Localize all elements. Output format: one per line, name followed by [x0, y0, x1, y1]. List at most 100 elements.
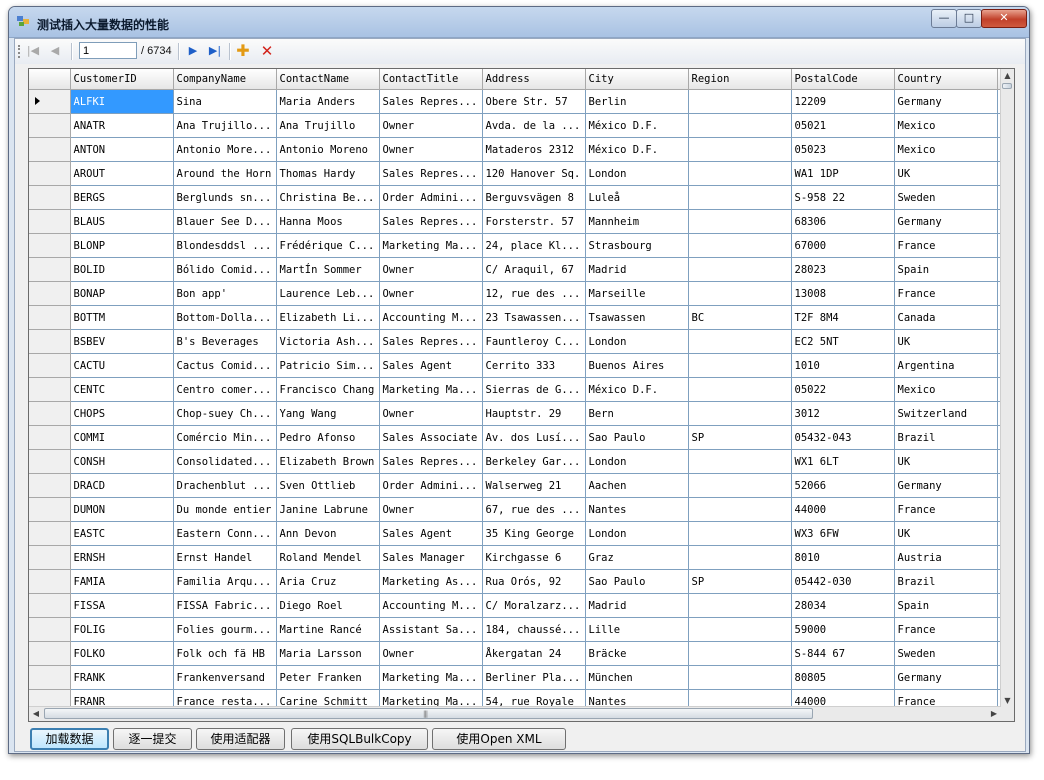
table-cell[interactable]: DRACD — [70, 473, 174, 498]
table-cell[interactable]: Brazil — [894, 425, 998, 450]
table-cell[interactable]: Sales Repres... — [379, 329, 483, 354]
table-cell[interactable]: Order Admini... — [379, 473, 483, 498]
table-cell[interactable]: Folk och fä HB — [173, 641, 277, 666]
table-cell[interactable]: Sao Paulo — [585, 425, 689, 450]
table-cell[interactable]: México D.F. — [585, 377, 689, 402]
column-header[interactable]: Region — [688, 69, 792, 90]
table-cell[interactable]: Roland Mendel — [276, 545, 380, 570]
table-cell[interactable]: AROUT — [70, 161, 174, 186]
close-button[interactable]: ✕ — [981, 9, 1027, 28]
table-cell[interactable]: BLONP — [70, 233, 174, 258]
table-cell[interactable]: 80805 — [791, 665, 895, 690]
table-row[interactable]: CHOPS Chop-suey Ch... Yang Wang Owner Haupts… — [29, 401, 1003, 426]
table-cell[interactable]: Sales Manager — [379, 545, 483, 570]
table-cell[interactable]: Madrid — [585, 257, 689, 282]
data-grid-view[interactable]: CustomerID CompanyName ContactName ContactT… — [28, 68, 1015, 722]
table-cell[interactable]: Maria Anders — [276, 89, 380, 114]
table-row[interactable]: FOLKO Folk och fä HB Maria Larsson Owner Åke… — [29, 641, 1003, 666]
table-cell[interactable]: 05023 — [791, 137, 895, 162]
table-row[interactable]: ALFKI Sina Maria Anders Sales Repres... Ober… — [29, 89, 1003, 114]
table-cell[interactable]: Fauntleroy C... — [482, 329, 586, 354]
scroll-left-icon[interactable]: ◀ — [29, 707, 43, 721]
table-cell[interactable] — [688, 137, 792, 162]
table-cell[interactable]: Rua Orós, 92 — [482, 569, 586, 594]
use-adapter-button[interactable]: 使用适配器 — [196, 728, 285, 750]
table-cell[interactable]: Owner — [379, 137, 483, 162]
row-header[interactable] — [29, 257, 71, 282]
row-header[interactable] — [29, 185, 71, 210]
toolbar-grip[interactable] — [18, 45, 22, 58]
table-cell[interactable]: S-844 67 — [791, 641, 895, 666]
table-cell[interactable]: Christina Be... — [276, 185, 380, 210]
table-cell[interactable]: 13008 — [791, 281, 895, 306]
move-last-icon[interactable]: ▶| — [206, 42, 224, 60]
table-row[interactable]: FOLIG Folies gourm... Martine Rancé Assista… — [29, 617, 1003, 642]
table-cell[interactable]: Mexico — [894, 113, 998, 138]
table-cell[interactable]: Ana Trujillo... — [173, 113, 277, 138]
table-cell[interactable]: Owner — [379, 497, 483, 522]
title-bar[interactable]: 测试插入大量数据的性能 — □ ✕ — [9, 7, 1029, 38]
table-row[interactable]: BLONP Blondesddsl ... Frédérique C... Marke… — [29, 233, 1003, 258]
vertical-scroll-thumb[interactable] — [1002, 83, 1012, 89]
table-cell[interactable] — [688, 473, 792, 498]
table-cell[interactable]: London — [585, 161, 689, 186]
row-header[interactable] — [29, 473, 71, 498]
table-row[interactable]: BLAUS Blauer See D... Hanna Moos Sales Repr… — [29, 209, 1003, 234]
table-cell[interactable]: BC — [688, 305, 792, 330]
column-header[interactable]: CompanyName — [173, 69, 277, 90]
row-header[interactable] — [29, 113, 71, 138]
table-row[interactable]: CENTC Centro comer... Francisco Chang Marke… — [29, 377, 1003, 402]
table-cell[interactable]: 12, rue des ... — [482, 281, 586, 306]
table-cell[interactable]: 05021 — [791, 113, 895, 138]
table-cell[interactable]: Aria Cruz — [276, 569, 380, 594]
table-cell[interactable]: Tsawassen — [585, 305, 689, 330]
table-cell[interactable]: Pedro Afonso — [276, 425, 380, 450]
table-cell[interactable]: Chop-suey Ch... — [173, 401, 277, 426]
row-header[interactable] — [29, 521, 71, 546]
table-cell[interactable]: Sales Repres... — [379, 89, 483, 114]
table-cell[interactable]: Lille — [585, 617, 689, 642]
table-cell[interactable]: BOLID — [70, 257, 174, 282]
table-cell[interactable] — [688, 233, 792, 258]
table-cell[interactable]: London — [585, 449, 689, 474]
minimize-button[interactable]: — — [931, 9, 957, 28]
table-cell[interactable]: Centro comer... — [173, 377, 277, 402]
table-cell[interactable]: Ana Trujillo — [276, 113, 380, 138]
table-cell[interactable]: DUMON — [70, 497, 174, 522]
table-cell[interactable]: UK — [894, 329, 998, 354]
table-cell[interactable]: FOLKO — [70, 641, 174, 666]
table-cell[interactable]: Frédérique C... — [276, 233, 380, 258]
table-cell[interactable]: Du monde entier — [173, 497, 277, 522]
table-cell[interactable]: Sales Agent — [379, 353, 483, 378]
table-cell[interactable]: 05022 — [791, 377, 895, 402]
row-header[interactable] — [29, 497, 71, 522]
table-cell[interactable]: Graz — [585, 545, 689, 570]
table-cell[interactable]: Hauptstr. 29 — [482, 401, 586, 426]
table-cell[interactable]: Accounting M... — [379, 593, 483, 618]
table-cell[interactable]: Marketing Ma... — [379, 233, 483, 258]
table-cell[interactable]: CHOPS — [70, 401, 174, 426]
table-row[interactable]: CACTU Cactus Comid... Patricio Sim... Sales… — [29, 353, 1003, 378]
table-cell[interactable]: Folies gourm... — [173, 617, 277, 642]
table-cell[interactable] — [688, 449, 792, 474]
table-cell[interactable]: Madrid — [585, 593, 689, 618]
table-row[interactable]: DUMON Du monde entier Janine Labrune Owner 6… — [29, 497, 1003, 522]
table-cell[interactable]: 120 Hanover Sq. — [482, 161, 586, 186]
table-row[interactable]: BSBEV B's Beverages Victoria Ash... Sales R… — [29, 329, 1003, 354]
submit-one-by-one-button[interactable]: 逐一提交 — [113, 728, 192, 750]
table-cell[interactable]: Diego Roel — [276, 593, 380, 618]
table-cell[interactable] — [688, 161, 792, 186]
table-cell[interactable]: Comércio Min... — [173, 425, 277, 450]
table-row[interactable]: FRANK Frankenversand Peter Franken Marketin… — [29, 665, 1003, 690]
use-openxml-button[interactable]: 使用Open XML — [432, 728, 566, 750]
row-header[interactable] — [29, 401, 71, 426]
table-cell[interactable]: Antonio More... — [173, 137, 277, 162]
table-cell[interactable]: Marketing Ma... — [379, 665, 483, 690]
table-cell[interactable]: Maria Larsson — [276, 641, 380, 666]
table-cell[interactable]: Ernst Handel — [173, 545, 277, 570]
table-cell[interactable]: 3012 — [791, 401, 895, 426]
row-header[interactable] — [29, 329, 71, 354]
table-cell[interactable]: Mannheim — [585, 209, 689, 234]
table-cell[interactable]: Sales Repres... — [379, 209, 483, 234]
table-cell[interactable]: Marseille — [585, 281, 689, 306]
